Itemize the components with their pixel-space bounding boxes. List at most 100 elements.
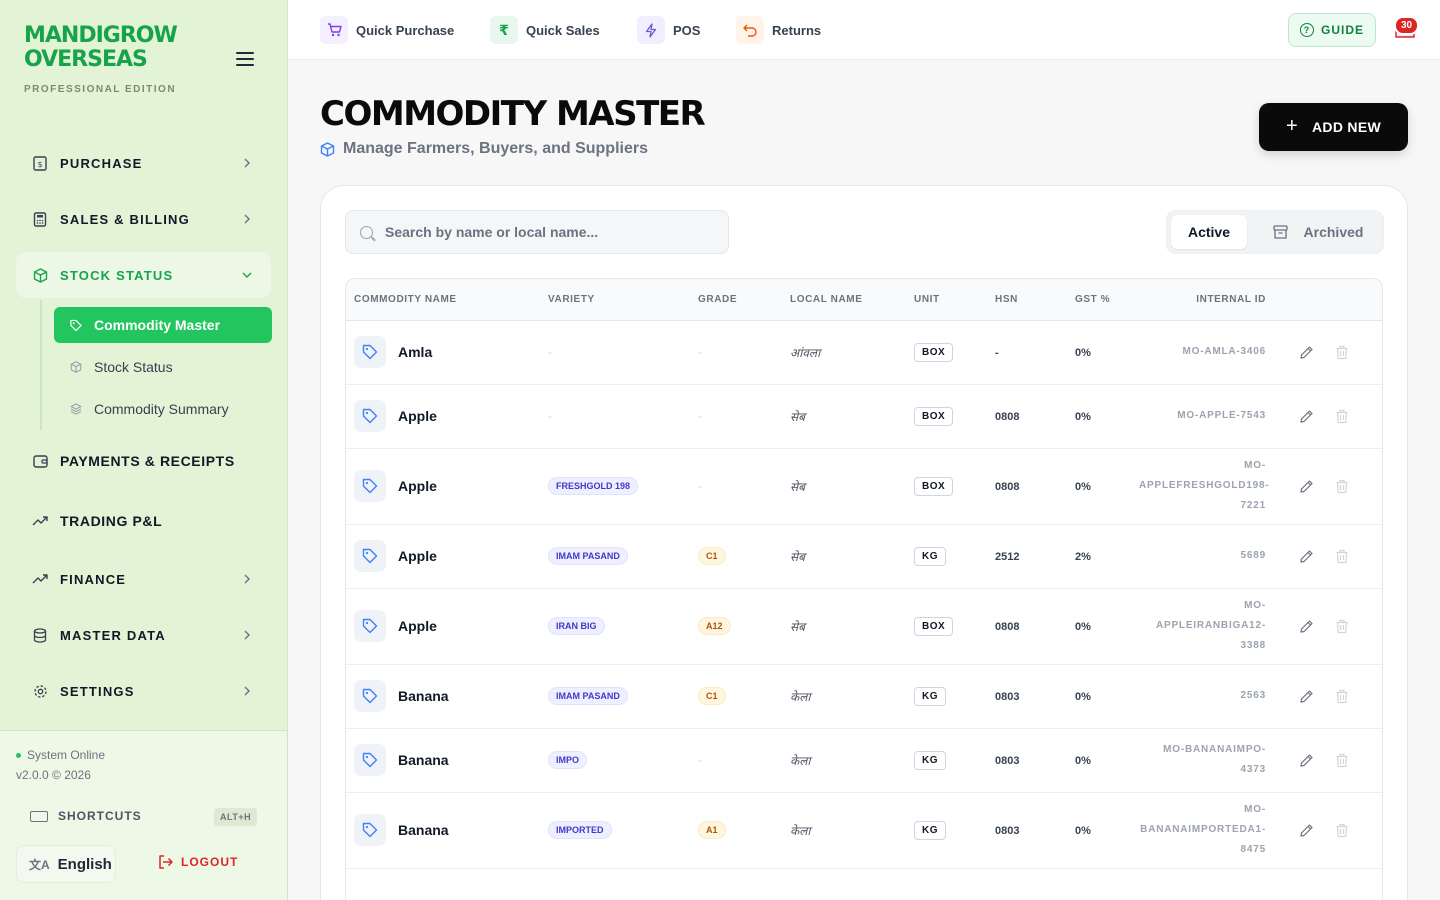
- cell-variety: IMAM PASAND: [540, 524, 690, 588]
- cell-actions: [1274, 448, 1382, 524]
- trash-icon[interactable]: [1334, 752, 1350, 768]
- table-row[interactable]: Apple IMAM PASAND C1 सेब KG 2512 2% 5689: [346, 524, 1382, 588]
- header-internal-id[interactable]: INTERNAL ID: [1131, 279, 1274, 320]
- system-status: System Online: [16, 748, 105, 762]
- cell-unit: KG: [906, 664, 987, 728]
- subnav-commodity-master[interactable]: Commodity Master: [54, 307, 272, 343]
- pencil-icon[interactable]: [1298, 344, 1314, 360]
- header-hsn[interactable]: HSN: [987, 279, 1067, 320]
- cell-unit: BOX: [906, 588, 987, 664]
- tag-icon: [354, 814, 386, 846]
- variety-badge: IMPORTED: [548, 821, 612, 839]
- pencil-icon[interactable]: [1298, 618, 1314, 634]
- cell-actions: [1274, 664, 1382, 728]
- table-row[interactable]: Apple IRAN BIG A12 सेब BOX 0808 0% MO- APPLEIRAN…: [346, 588, 1382, 664]
- cell-local-name: केला: [782, 664, 906, 728]
- header-commodity-name[interactable]: COMMODITY NAME: [346, 279, 540, 320]
- pencil-icon[interactable]: [1298, 752, 1314, 768]
- cell-commodity-name: Apple: [346, 448, 540, 524]
- sidebar: MANDIGROW OVERSEAS PROFESSIONAL EDITION …: [0, 0, 288, 900]
- header-actions: [1274, 279, 1382, 320]
- wallet-icon: [32, 453, 48, 469]
- guide-button[interactable]: ? GUIDE: [1288, 13, 1376, 47]
- trash-icon[interactable]: [1334, 822, 1350, 838]
- table-header-row: COMMODITY NAME VARIETY GRADE LOCAL NAME …: [346, 279, 1382, 320]
- logout-label: LOGOUT: [181, 855, 239, 869]
- add-new-button[interactable]: + ADD NEW: [1259, 103, 1408, 151]
- tag-icon: [354, 610, 386, 642]
- quick-sales-button[interactable]: ₹ Quick Sales: [490, 16, 600, 44]
- cell-actions: [1274, 384, 1382, 448]
- table-row[interactable]: Amla - - आंवला BOX - 0% MO-AMLA-3406: [346, 320, 1382, 384]
- trash-icon[interactable]: [1334, 408, 1350, 424]
- nav-sales-billing[interactable]: SALES & BILLING: [16, 196, 271, 242]
- commodity-name: Apple: [398, 408, 437, 424]
- pencil-icon[interactable]: [1298, 408, 1314, 424]
- table-row[interactable]: Banana IMPO - केला KG 0803 0% MO-BANANAIMPO- 437…: [346, 728, 1382, 792]
- page-title: COMMODITY MASTER: [320, 94, 706, 134]
- cell-internal-id: 5689: [1131, 524, 1274, 588]
- subnav-stock-status[interactable]: Stock Status: [54, 349, 272, 385]
- hsn-code: 0808: [995, 411, 1020, 423]
- nav-purchase[interactable]: $ PURCHASE: [16, 140, 271, 186]
- cell-hsn: 0803: [987, 728, 1067, 792]
- pencil-icon[interactable]: [1298, 822, 1314, 838]
- gst-rate: 0%: [1075, 347, 1091, 359]
- local-name: केला: [790, 753, 811, 768]
- logout-icon: [159, 855, 173, 869]
- nav-settings[interactable]: SETTINGS: [16, 668, 271, 714]
- table-row[interactable]: Apple - - सेब BOX 0808 0% MO-APPLE-7543: [346, 384, 1382, 448]
- cell-local-name: केला: [782, 792, 906, 868]
- page-subtitle: Manage Farmers, Buyers, and Suppliers: [320, 140, 648, 158]
- header-unit[interactable]: UNIT: [906, 279, 987, 320]
- variety-empty: -: [548, 345, 552, 359]
- quick-purchase-button[interactable]: Quick Purchase: [320, 16, 454, 44]
- logout-button[interactable]: LOGOUT: [158, 855, 238, 869]
- nav-stock-status[interactable]: STOCK STATUS: [16, 252, 271, 298]
- table-row[interactable]: Apple FRESHGOLD 198 - सेब BOX 0808 0% MO- APPLEF…: [346, 448, 1382, 524]
- pencil-icon[interactable]: [1298, 548, 1314, 564]
- trash-icon[interactable]: [1334, 478, 1350, 494]
- header-gst[interactable]: GST %: [1067, 279, 1131, 320]
- commodity-name: Apple: [398, 478, 437, 494]
- search-input[interactable]: [385, 224, 705, 240]
- table-row[interactable]: Banana IMAM PASAND C1 केला KG 0803 0% 2563: [346, 664, 1382, 728]
- cell-actions: [1274, 524, 1382, 588]
- cell-unit: KG: [906, 792, 987, 868]
- variety-empty: -: [548, 409, 552, 423]
- cell-gst: 0%: [1067, 384, 1131, 448]
- cell-hsn: 0808: [987, 448, 1067, 524]
- chevron-right-icon: [244, 630, 250, 640]
- trash-icon[interactable]: [1334, 344, 1350, 360]
- shortcuts-button[interactable]: SHORTCUTS: [30, 809, 142, 823]
- header-local-name[interactable]: LOCAL NAME: [782, 279, 906, 320]
- header-grade[interactable]: GRADE: [690, 279, 782, 320]
- table-row[interactable]: Banana IMPORTED A1 केला KG 0803 0% MO- BANANAIMP…: [346, 792, 1382, 868]
- nav-label: STOCK STATUS: [60, 267, 174, 283]
- cell-commodity-name: Apple: [346, 588, 540, 664]
- nav-payments-receipts[interactable]: PAYMENTS & RECEIPTS: [16, 438, 271, 484]
- pencil-icon[interactable]: [1298, 688, 1314, 704]
- trash-icon[interactable]: [1334, 618, 1350, 634]
- search-box[interactable]: [345, 210, 729, 254]
- hamburger-menu-icon[interactable]: [236, 52, 254, 66]
- local-name: सेब: [790, 409, 805, 424]
- nav-trading-pl[interactable]: TRADING P&L: [16, 498, 271, 544]
- pos-button[interactable]: POS: [637, 16, 700, 44]
- language-button[interactable]: 文A English: [16, 845, 116, 883]
- cell-gst: 0%: [1067, 728, 1131, 792]
- filter-active-button[interactable]: Active: [1171, 215, 1247, 249]
- box-icon: [32, 267, 48, 283]
- pencil-icon[interactable]: [1298, 478, 1314, 494]
- nav-finance[interactable]: FINANCE: [16, 556, 271, 602]
- subnav-commodity-summary[interactable]: Commodity Summary: [54, 391, 272, 427]
- cell-internal-id: MO-APPLE-7543: [1131, 384, 1274, 448]
- hsn-code: 0808: [995, 621, 1020, 633]
- returns-button[interactable]: Returns: [736, 16, 821, 44]
- trash-icon[interactable]: [1334, 688, 1350, 704]
- cell-hsn: 2512: [987, 524, 1067, 588]
- nav-master-data[interactable]: MASTER DATA: [16, 612, 271, 658]
- filter-archived-button[interactable]: Archived: [1257, 215, 1379, 249]
- trash-icon[interactable]: [1334, 548, 1350, 564]
- header-variety[interactable]: VARIETY: [540, 279, 690, 320]
